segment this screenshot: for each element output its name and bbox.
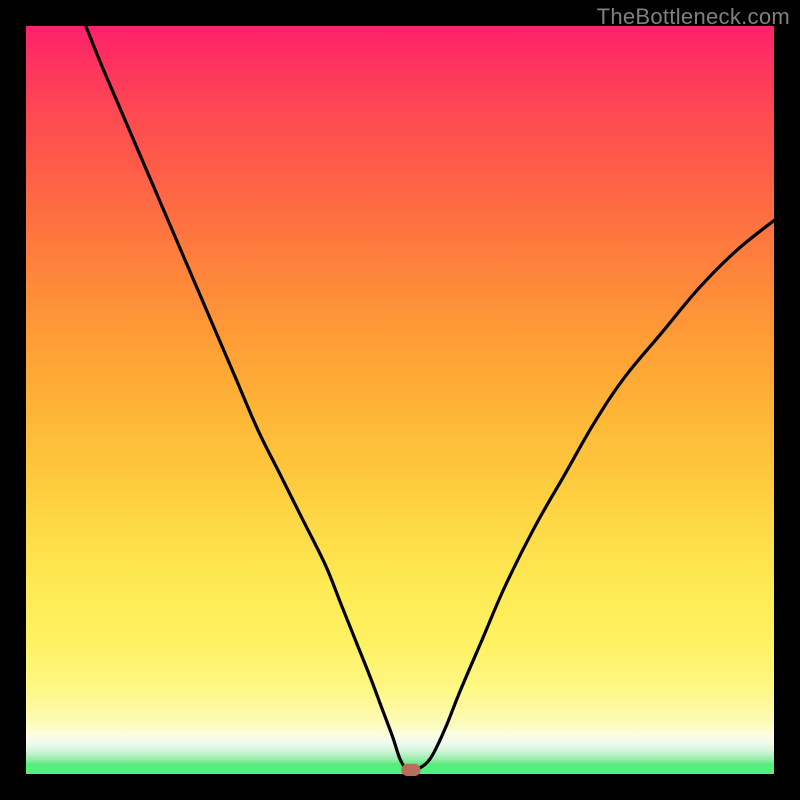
curve-layer [26, 26, 774, 774]
plot-area [26, 26, 774, 774]
bottleneck-curve [86, 26, 774, 772]
outer-frame: TheBottleneck.com [0, 0, 800, 800]
optimum-marker [402, 764, 421, 776]
attribution-text: TheBottleneck.com [597, 4, 790, 30]
